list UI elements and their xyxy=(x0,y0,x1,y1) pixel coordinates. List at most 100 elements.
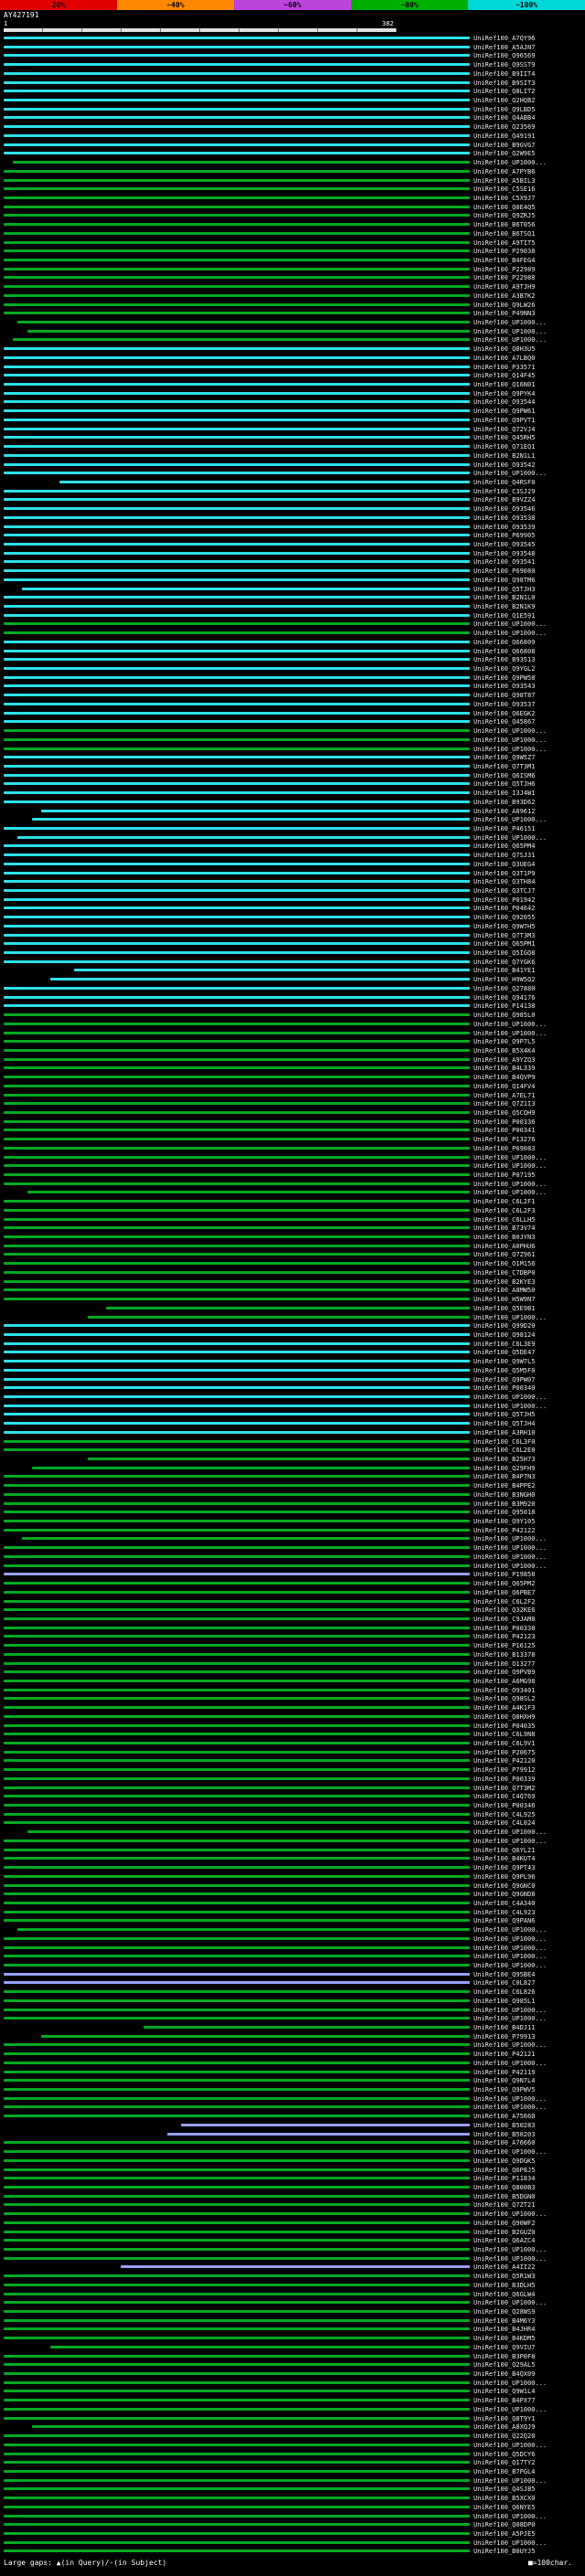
hit-alignment-bar[interactable] xyxy=(4,1804,470,1807)
hit-label[interactable]: UniRef100_Q985L0 xyxy=(473,1012,535,1019)
hit-alignment-bar[interactable] xyxy=(4,774,470,777)
hit-alignment-bar[interactable] xyxy=(4,1644,470,1647)
hit-label[interactable]: UniRef100_Q16N01 xyxy=(473,381,535,388)
hit-label[interactable]: UniRef100_UP1000... xyxy=(473,2015,547,2022)
hit-alignment-bar[interactable] xyxy=(4,143,470,146)
hit-label[interactable]: UniRef100_B25H73 xyxy=(473,1456,535,1463)
hit-label[interactable]: UniRef100_Q9P7L5 xyxy=(473,1038,535,1045)
hit-alignment-bar[interactable] xyxy=(4,1520,470,1522)
hit-alignment-bar[interactable] xyxy=(4,1032,470,1034)
hit-label[interactable]: UniRef100_Q9YGL2 xyxy=(473,665,535,673)
hit-label[interactable]: UniRef100_UP1000... xyxy=(473,1162,547,1170)
hit-alignment-bar[interactable] xyxy=(167,2133,471,2136)
hit-alignment-bar[interactable] xyxy=(4,187,470,190)
hit-alignment-bar[interactable] xyxy=(4,578,470,581)
hit-alignment-bar[interactable] xyxy=(4,2310,470,2313)
hit-alignment-bar[interactable] xyxy=(4,1405,470,1407)
hit-label[interactable]: UniRef100_P00339 xyxy=(473,1776,535,1783)
hit-alignment-bar[interactable] xyxy=(4,1298,470,1300)
hit-alignment-bar[interactable] xyxy=(4,2390,470,2392)
hit-alignment-bar[interactable] xyxy=(4,1049,470,1052)
hit-label[interactable]: UniRef100_B4QX09 xyxy=(473,2370,535,2378)
hit-alignment-bar[interactable] xyxy=(41,810,470,812)
hit-alignment-bar[interactable] xyxy=(4,2515,470,2518)
hit-label[interactable]: UniRef100_Q14F45 xyxy=(473,372,535,379)
hit-alignment-bar[interactable] xyxy=(4,223,470,226)
hit-label[interactable]: UniRef100_B9SIT3 xyxy=(473,80,535,87)
hit-label[interactable]: UniRef100_UP1000... xyxy=(473,1030,547,1037)
hit-label[interactable]: UniRef100_Q72VJ4 xyxy=(473,426,535,433)
hit-alignment-bar[interactable] xyxy=(4,622,470,625)
hit-alignment-bar[interactable] xyxy=(4,1911,470,1913)
hit-label[interactable]: UniRef100_Q2W9E5 xyxy=(473,150,535,157)
hit-label[interactable]: UniRef100_C6L826 xyxy=(473,1988,535,1996)
hit-alignment-bar[interactable] xyxy=(88,1458,470,1460)
hit-label[interactable]: UniRef100_A75660 xyxy=(473,2113,535,2120)
hit-label[interactable]: UniRef100_C4L923 xyxy=(473,1909,535,1916)
hit-alignment-bar[interactable] xyxy=(4,1023,470,1025)
hit-alignment-bar[interactable] xyxy=(4,960,470,963)
hit-label[interactable]: UniRef100_UP1000... xyxy=(473,1553,547,1561)
hit-label[interactable]: UniRef100_UP1000... xyxy=(473,2477,547,2485)
hit-label[interactable]: UniRef100_Q5E9B1 xyxy=(473,1305,535,1312)
hit-alignment-bar[interactable] xyxy=(4,1591,470,1594)
hit-label[interactable]: UniRef100_P79913 xyxy=(473,2033,535,2041)
hit-alignment-bar[interactable] xyxy=(4,1111,470,1114)
hit-label[interactable]: UniRef100_P69905 xyxy=(473,532,535,539)
hit-alignment-bar[interactable] xyxy=(22,588,470,590)
hit-alignment-bar[interactable] xyxy=(4,1138,470,1140)
hit-label[interactable]: UniRef100_P33571 xyxy=(473,364,535,371)
hit-alignment-bar[interactable] xyxy=(4,490,470,493)
hit-label[interactable]: UniRef100_A6MG98 xyxy=(473,1678,535,1685)
hit-alignment-bar[interactable] xyxy=(4,1884,470,1887)
hit-alignment-bar[interactable] xyxy=(4,374,470,376)
hit-label[interactable]: UniRef100_Q9PYK4 xyxy=(473,390,535,398)
hit-label[interactable]: UniRef100_Q9PVB9 xyxy=(473,1669,535,1676)
hit-label[interactable]: UniRef100_Q3T1P9 xyxy=(473,870,535,877)
hit-alignment-bar[interactable] xyxy=(4,2470,470,2473)
hit-label[interactable]: UniRef100_Q4ABB4 xyxy=(473,114,535,122)
hit-label[interactable]: UniRef100_C5SE16 xyxy=(473,186,535,193)
hit-label[interactable]: UniRef100_C0L827 xyxy=(473,1979,535,1987)
hit-label[interactable]: UniRef100_O93544 xyxy=(473,398,535,406)
hit-alignment-bar[interactable] xyxy=(27,1191,471,1193)
hit-label[interactable]: UniRef100_Q6ISM6 xyxy=(473,772,535,779)
hit-alignment-bar[interactable] xyxy=(121,2265,471,2268)
hit-label[interactable]: UniRef100_B5DGN0 xyxy=(473,2193,535,2200)
hit-label[interactable]: UniRef100_Q9Y105 xyxy=(473,1518,535,1525)
hit-alignment-bar[interactable] xyxy=(4,125,470,128)
hit-label[interactable]: UniRef100_Q9SST9 xyxy=(473,61,535,69)
hit-alignment-bar[interactable] xyxy=(4,1653,470,1656)
hit-label[interactable]: UniRef100_O93401 xyxy=(473,1687,535,1694)
hit-alignment-bar[interactable] xyxy=(4,2399,470,2401)
hit-alignment-bar[interactable] xyxy=(4,1689,470,1691)
hit-alignment-bar[interactable] xyxy=(4,1004,470,1007)
hit-alignment-bar[interactable] xyxy=(4,2506,470,2508)
hit-label[interactable]: UniRef100_B6T056 xyxy=(473,221,535,228)
hit-label[interactable]: UniRef100_Q5TJH4 xyxy=(473,1420,535,1427)
hit-label[interactable]: UniRef100_Q8T9Y1 xyxy=(473,2415,535,2422)
hit-label[interactable]: UniRef100_Q9PW07 xyxy=(473,1376,535,1383)
hit-alignment-bar[interactable] xyxy=(4,898,470,901)
hit-label[interactable]: UniRef100_UP1000... xyxy=(473,816,547,823)
hit-label[interactable]: UniRef100_O93538 xyxy=(473,514,535,522)
hit-label[interactable]: UniRef100_P07195 xyxy=(473,1171,535,1179)
hit-alignment-bar[interactable] xyxy=(4,1857,470,1860)
hit-alignment-bar[interactable] xyxy=(4,99,470,101)
hit-label[interactable]: UniRef100_Q9W7H5 xyxy=(473,923,535,930)
hit-label[interactable]: UniRef100_Q66809 xyxy=(473,639,535,646)
hit-label[interactable]: UniRef100_Q8LIT2 xyxy=(473,88,535,95)
hit-label[interactable]: UniRef100_P42121 xyxy=(473,2051,535,2058)
hit-alignment-bar[interactable] xyxy=(4,872,470,875)
hit-alignment-bar[interactable] xyxy=(4,765,470,768)
hit-label[interactable]: UniRef100_Q5DCY6 xyxy=(473,2451,535,2458)
hit-label[interactable]: UniRef100_Q0E4Q5 xyxy=(473,204,535,211)
hit-alignment-bar[interactable] xyxy=(4,2417,470,2420)
hit-alignment-bar[interactable] xyxy=(4,392,470,395)
hit-label[interactable]: UniRef100_Q17TY2 xyxy=(473,2459,535,2466)
hit-label[interactable]: UniRef100_B4QVP9 xyxy=(473,1074,535,1081)
hit-label[interactable]: UniRef100_P79912 xyxy=(473,1766,535,1774)
hit-alignment-bar[interactable] xyxy=(4,2381,470,2384)
hit-label[interactable]: UniRef100_Q5DE47 xyxy=(473,1349,535,1356)
hit-alignment-bar[interactable] xyxy=(4,1147,470,1150)
